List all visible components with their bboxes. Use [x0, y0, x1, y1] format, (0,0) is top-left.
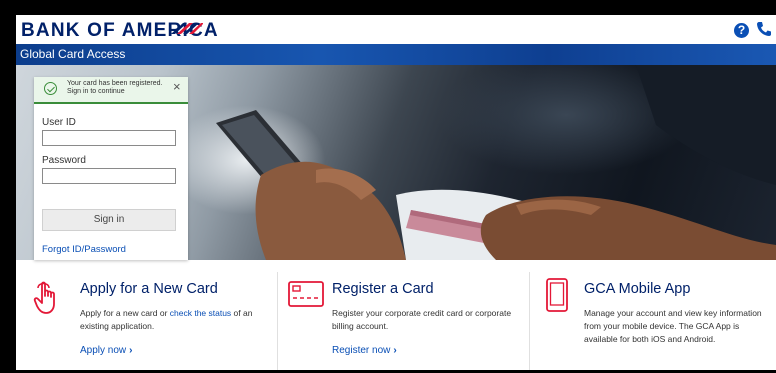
bank-flag-logo-icon[interactable]: [169, 19, 203, 37]
login-panel: Your card has been registered. Sign in t…: [34, 77, 188, 260]
feature-register-card: Register a Card Register your corporate …: [278, 260, 530, 370]
close-icon[interactable]: ×: [173, 79, 181, 94]
register-now-link[interactable]: Register now ›: [332, 345, 397, 356]
feature-gca-mobile-app: GCA Mobile App Manage your account and v…: [530, 260, 776, 370]
credit-card-icon: [288, 281, 324, 307]
chevron-right-icon: ›: [129, 345, 133, 356]
feature-apply-new-card: Apply for a New Card Apply for a new car…: [16, 260, 276, 370]
feature-desc-text: Apply for a new card or: [80, 308, 170, 318]
alert-line-sign-in: Sign in to continue: [67, 87, 125, 95]
help-icon[interactable]: ?: [734, 23, 749, 38]
register-now-label: Register now: [332, 345, 391, 356]
feature-title: GCA Mobile App: [584, 281, 691, 297]
phone-icon[interactable]: [756, 21, 772, 37]
app-title: Global Card Access: [20, 47, 126, 61]
sign-in-button[interactable]: Sign in: [42, 209, 176, 231]
check-circle-icon: [44, 82, 57, 95]
password-input[interactable]: [42, 168, 176, 184]
password-label: Password: [42, 155, 86, 166]
feature-description: Apply for a new card or check the status…: [80, 307, 265, 333]
mobile-phone-icon: [546, 278, 568, 312]
global-card-access-bar: Global Card Access: [16, 44, 776, 65]
chevron-right-icon: ›: [393, 345, 397, 356]
apply-now-label: Apply now: [80, 345, 127, 356]
forgot-id-password-link[interactable]: Forgot ID/Password: [42, 244, 126, 255]
top-header: BANK OF AMERICA ?: [16, 15, 776, 44]
check-status-link[interactable]: check the status: [170, 308, 231, 318]
apply-now-link[interactable]: Apply now ›: [80, 345, 132, 356]
feature-title: Apply for a New Card: [80, 281, 218, 297]
feature-description: Manage your account and view key informa…: [584, 308, 762, 344]
alert-message: Your card has been registered. Sign in t…: [67, 80, 167, 95]
user-id-label: User ID: [42, 117, 76, 128]
success-alert: Your card has been registered. Sign in t…: [34, 77, 188, 104]
alert-line-registered: Your card has been registered.: [67, 80, 163, 87]
feature-description: Register your corporate credit card or c…: [332, 308, 512, 331]
user-id-input[interactable]: [42, 130, 176, 146]
feature-title: Register a Card: [332, 281, 434, 297]
hand-tap-icon: [33, 281, 55, 314]
page: BANK OF AMERICA ? Global Card Access You…: [16, 15, 776, 370]
